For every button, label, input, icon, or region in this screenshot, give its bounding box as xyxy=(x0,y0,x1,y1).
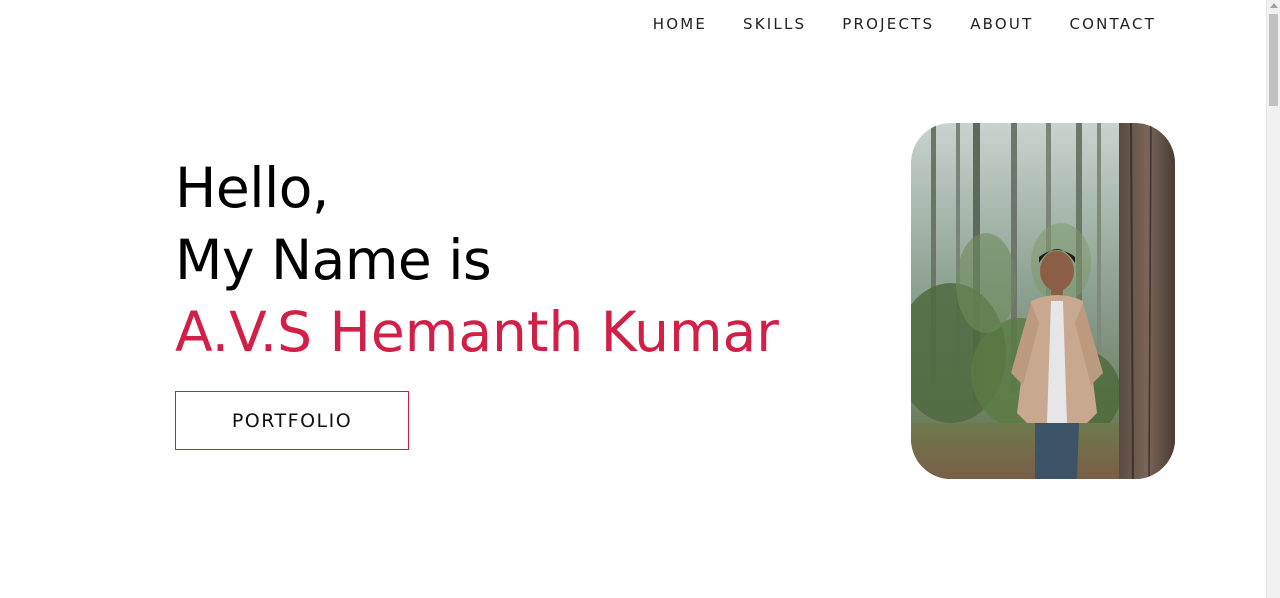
hero-greeting: Hello, xyxy=(175,156,329,220)
scroll-up-arrow-icon[interactable] xyxy=(1270,3,1278,8)
nav-about[interactable]: ABOUT xyxy=(970,14,1033,34)
nav-projects[interactable]: PROJECTS xyxy=(842,14,934,34)
hero-intro: My Name is xyxy=(175,228,492,292)
nav-contact[interactable]: CONTACT xyxy=(1069,14,1156,34)
top-nav: HOME SKILLS PROJECTS ABOUT CONTACT xyxy=(617,14,1156,34)
hero-name: A.V.S Hemanth Kumar xyxy=(175,300,779,364)
profile-photo xyxy=(911,123,1175,479)
nav-home[interactable]: HOME xyxy=(653,14,707,34)
hero-text: Hello, My Name is A.V.S Hemanth Kumar xyxy=(175,152,779,368)
scrollbar-thumb[interactable] xyxy=(1269,14,1278,106)
portfolio-button[interactable]: PORTFOLIO xyxy=(175,391,409,450)
nav-skills[interactable]: SKILLS xyxy=(743,14,806,34)
page: HOME SKILLS PROJECTS ABOUT CONTACT Hello… xyxy=(0,0,1280,598)
page-scrollbar[interactable] xyxy=(1266,0,1280,598)
